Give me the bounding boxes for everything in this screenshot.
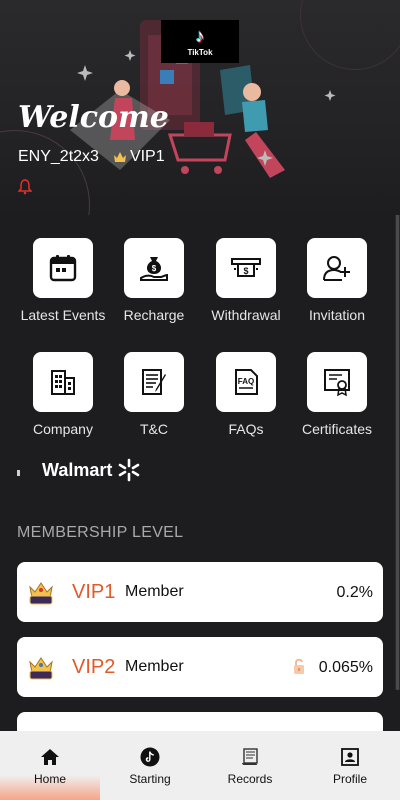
- nav-label: Home: [33, 772, 66, 786]
- nav-label: Starting: [129, 772, 171, 786]
- menu-tile-box[interactable]: [33, 352, 93, 412]
- money-bag-icon: $: [140, 257, 168, 281]
- menu-label: FAQs: [228, 421, 264, 437]
- home-icon: [41, 749, 59, 765]
- scroll-icon: [242, 748, 258, 765]
- vip-level-badge: VIP1: [129, 148, 165, 165]
- vip-rate: 0.065%: [318, 659, 373, 676]
- menu-certificates[interactable]: Certificates: [287, 352, 387, 437]
- vip-name: VIP2: [72, 656, 116, 678]
- menu-row: Latest Events $ Recharge $ Withdrawal In…: [0, 238, 400, 338]
- add-user-icon: [323, 256, 350, 281]
- certificate-icon: [324, 369, 350, 397]
- membership-title: MEMBERSHIP LEVEL: [17, 524, 184, 541]
- crown-icon: [113, 152, 126, 162]
- menu-label: Invitation: [308, 307, 366, 323]
- vip-crown-badge-icon: [29, 657, 53, 680]
- nav-label: Profile: [332, 772, 367, 786]
- menu-terms[interactable]: T&C: [104, 352, 204, 437]
- user-info: ENY_2t2x3 VIP1: [18, 148, 165, 166]
- menu-row: Company T&C FAQ FAQs Certificates: [0, 352, 400, 452]
- menu-withdrawal[interactable]: $ Withdrawal: [196, 238, 296, 323]
- menu-label: Company: [33, 421, 93, 437]
- cash-icon: $: [231, 258, 261, 277]
- carousel-indicator: [17, 470, 20, 476]
- vip-member-label: Member: [125, 658, 184, 675]
- username: ENY_2t2x3: [18, 148, 99, 165]
- profile-card-icon: [341, 748, 359, 766]
- document-icon: [142, 369, 166, 395]
- vip-rate: 0.2%: [336, 584, 373, 601]
- tiktok-icon: [140, 747, 160, 767]
- menu-tile-box[interactable]: [124, 352, 184, 412]
- menu-tile-box[interactable]: [307, 352, 367, 412]
- menu-label: Withdrawal: [211, 307, 281, 323]
- menu-label: Latest Events: [20, 307, 106, 323]
- walmart-spark-icon: [119, 458, 140, 482]
- building-icon: [51, 370, 75, 395]
- nav-starting[interactable]: Starting: [100, 731, 200, 800]
- menu-company[interactable]: Company: [13, 352, 113, 437]
- tiktok-note-icon: ♪: [195, 25, 205, 46]
- vip-member-label: Member: [125, 583, 184, 600]
- menu-label: T&C: [140, 421, 168, 437]
- hero-banner: ♪ TikTok Welcome ENY_2t2x3 VIP1: [0, 0, 400, 215]
- bottom-nav: Home Starting Records Profile: [0, 731, 400, 800]
- app-screen: ♪ TikTok Welcome ENY_2t2x3 VIP1 Latest E…: [0, 0, 400, 800]
- vip-crown-badge-icon: [29, 582, 53, 605]
- menu-label: Certificates: [301, 421, 373, 437]
- svg-text:$: $: [243, 266, 248, 276]
- vip-name: VIP1: [72, 581, 116, 603]
- svg-text:$: $: [152, 264, 157, 273]
- calendar-icon: [49, 255, 77, 282]
- partner-name: Walmart: [42, 459, 113, 480]
- faq-icon: FAQ: [235, 369, 258, 395]
- menu-label: Recharge: [123, 307, 185, 323]
- menu-invitation[interactable]: Invitation: [287, 238, 387, 323]
- nav-records[interactable]: Records: [200, 731, 300, 800]
- nav-home[interactable]: Home: [0, 731, 100, 800]
- lock-icon: [294, 658, 304, 674]
- menu-recharge[interactable]: $ Recharge: [104, 238, 204, 323]
- menu-tile-box[interactable]: FAQ: [216, 352, 276, 412]
- partner-banner[interactable]: Walmart: [42, 458, 141, 482]
- menu-latest-events[interactable]: Latest Events: [13, 238, 113, 323]
- bell-icon[interactable]: [18, 179, 32, 195]
- vip-card[interactable]: VIP2 Member 0.065%: [17, 637, 383, 697]
- vip-card[interactable]: VIP1 Member 0.2%: [17, 562, 383, 622]
- nav-profile[interactable]: Profile: [300, 731, 400, 800]
- nav-label: Records: [227, 772, 273, 786]
- welcome-heading: Welcome: [18, 100, 169, 135]
- menu-tile-box[interactable]: [33, 238, 93, 298]
- menu-tile-box[interactable]: $: [216, 238, 276, 298]
- menu-faqs[interactable]: FAQ FAQs: [196, 352, 296, 437]
- tiktok-logo: ♪ TikTok: [161, 20, 239, 63]
- menu-tile-box[interactable]: [307, 238, 367, 298]
- svg-text:FAQ: FAQ: [238, 377, 254, 386]
- logo-text: TikTok: [187, 47, 213, 57]
- menu-tile-box[interactable]: $: [124, 238, 184, 298]
